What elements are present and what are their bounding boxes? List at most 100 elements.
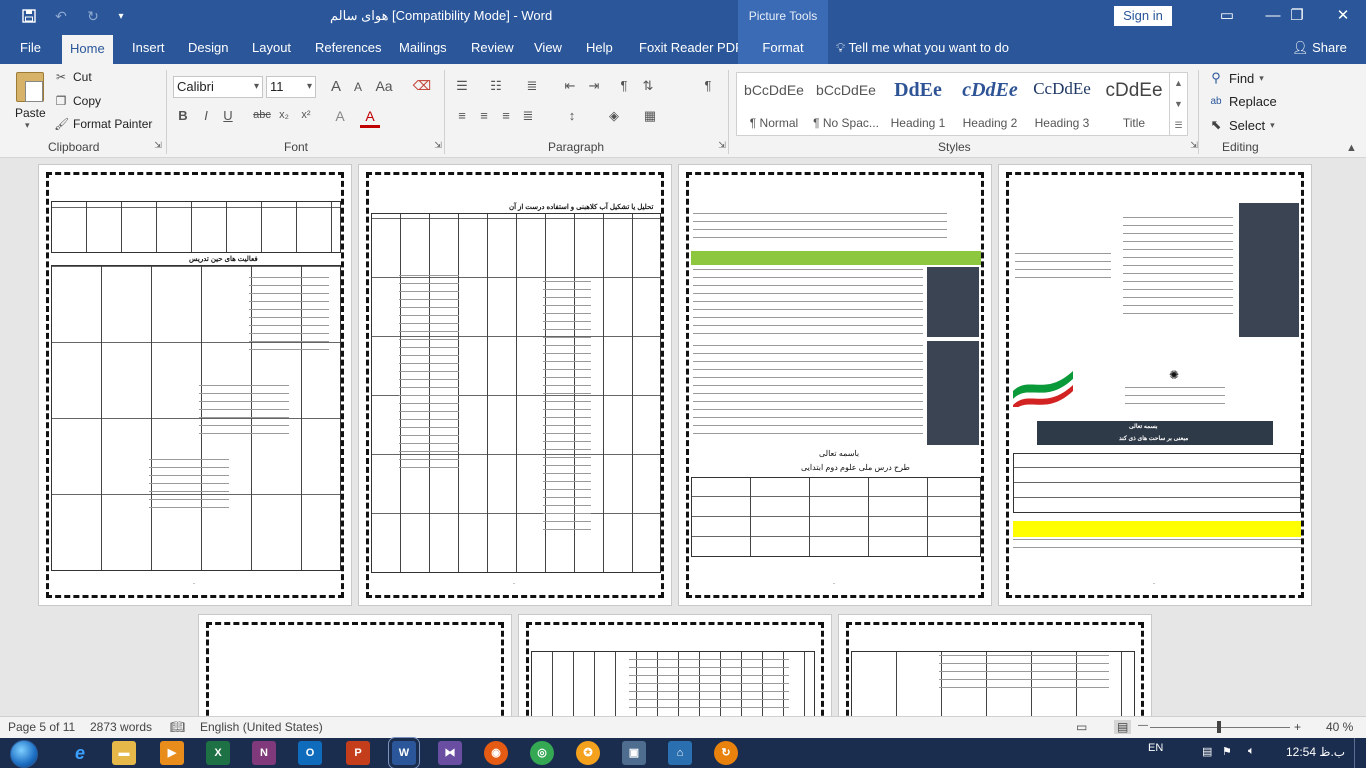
clear-formatting-icon[interactable]: ⌫ (412, 78, 432, 94)
font-size-box[interactable]: 11 ▾ (266, 76, 316, 98)
styles-scroll-down-icon[interactable]: ▼ (1169, 94, 1187, 115)
file-explorer-icon[interactable]: ▬ (112, 741, 136, 765)
select-button[interactable]: ⬉ Select ▾ (1208, 117, 1275, 133)
multilevel-list-icon[interactable]: ≣ (522, 78, 542, 94)
tab-file[interactable]: File (12, 32, 49, 64)
text-effects-button[interactable]: A (330, 108, 350, 124)
shading-icon[interactable]: ◈ (604, 108, 624, 124)
find-button[interactable]: ⚲ Find ▾ (1208, 70, 1264, 86)
zoom-slider-thumb[interactable] (1217, 721, 1221, 733)
collapse-ribbon-icon[interactable]: ▲ (1346, 142, 1357, 154)
font-name-box[interactable]: Calibri ▾ (173, 76, 263, 98)
powerpoint-icon[interactable]: P (346, 741, 370, 765)
undo-icon[interactable]: ↶ (48, 6, 74, 26)
restore-icon[interactable]: ❐ (1274, 0, 1320, 32)
paste-icon[interactable] (16, 72, 44, 102)
onenote-icon[interactable]: N (252, 741, 276, 765)
language-tray[interactable]: EN (1148, 742, 1163, 754)
tab-home[interactable]: Home (62, 35, 113, 64)
paint-icon[interactable]: ▣ (622, 741, 646, 765)
borders-icon[interactable]: ▦ (640, 108, 660, 124)
sign-in-button[interactable]: Sign in (1114, 6, 1172, 26)
zoom-out-icon[interactable]: — (1138, 720, 1148, 731)
share-button[interactable]: 👤︎ Share (1292, 40, 1347, 56)
save-icon[interactable] (16, 6, 42, 26)
teams-icon[interactable]: ⧓ (438, 741, 462, 765)
flag-tray-icon[interactable]: ⚑ (1222, 745, 1232, 758)
align-right-icon[interactable]: ≡ (496, 108, 516, 123)
tab-design[interactable]: Design (180, 32, 236, 64)
utility-icon[interactable]: ↻ (714, 741, 738, 765)
ltr-direction-icon[interactable]: ¶ (614, 78, 634, 93)
zoom-level[interactable]: 40 % (1326, 720, 1353, 734)
replace-button[interactable]: ab Replace (1208, 94, 1276, 109)
justify-icon[interactable]: ≣ (518, 108, 538, 124)
change-case-icon[interactable]: Aa (374, 78, 394, 94)
tab-foxit[interactable]: Foxit Reader PDF (631, 32, 751, 64)
align-left-icon[interactable]: ≡ (452, 108, 472, 123)
cut-button[interactable]: ✂ Cut (54, 70, 92, 84)
font-launcher-icon[interactable]: ⇲ (428, 140, 448, 151)
word-icon[interactable]: W (388, 737, 420, 768)
outlook-icon[interactable]: O (298, 741, 322, 765)
ribbon-display-icon[interactable]: ▭ (1204, 0, 1250, 32)
font-color-button[interactable]: A (360, 108, 380, 128)
document-area[interactable]: فعالیت های حین تدریس - تحلیل یا تشکیل آب… (0, 158, 1366, 716)
paste-button[interactable]: Paste (15, 106, 46, 120)
redo-icon[interactable]: ↻ (80, 6, 106, 26)
internet-explorer-icon[interactable]: e (68, 741, 92, 765)
tab-view[interactable]: View (526, 32, 570, 64)
line-spacing-icon[interactable]: ↕ (562, 108, 582, 123)
tab-format[interactable]: Format (738, 32, 828, 64)
tab-references[interactable]: References (307, 32, 389, 64)
connection-icon[interactable]: ⌂ (668, 741, 692, 765)
strikethrough-button[interactable]: abc (252, 109, 272, 121)
style-heading-3[interactable]: CcDdEe Heading 3 (1027, 73, 1097, 135)
page-thumbnail[interactable] (198, 614, 512, 716)
network-icon[interactable]: ▤ (1202, 745, 1212, 758)
grow-font-icon[interactable]: A (326, 78, 346, 95)
page-thumbnail[interactable]: فعالیت های حین تدریس - (38, 164, 352, 606)
close-icon[interactable]: ✕ (1320, 0, 1366, 32)
chrome-icon[interactable]: ◎ (530, 741, 554, 765)
customize-icon[interactable]: ▾ (108, 6, 134, 26)
excel-icon[interactable]: X (206, 741, 230, 765)
page-thumbnail[interactable] (838, 614, 1152, 716)
tab-layout[interactable]: Layout (244, 32, 299, 64)
styles-launcher-icon[interactable]: ⇲ (1184, 140, 1204, 151)
bullets-icon[interactable]: ☰ (452, 78, 472, 94)
subscript-button[interactable]: x₂ (274, 109, 294, 121)
numbering-icon[interactable]: ☷ (486, 78, 506, 94)
format-painter-button[interactable]: 🖌︎ Format Painter (54, 117, 152, 131)
language-indicator[interactable]: English (United States) (200, 720, 323, 734)
styles-more-icon[interactable]: ☰ (1169, 115, 1187, 136)
proofing-icon[interactable]: 📖︎ (170, 720, 185, 734)
sort-icon[interactable]: ⇅ (638, 78, 658, 94)
underline-button[interactable]: U (218, 108, 238, 123)
align-center-icon[interactable]: ≡ (474, 108, 494, 123)
page-thumbnail[interactable]: ✺ بسمه تعالی مبعنی بر ساحت های ذی کند - (998, 164, 1312, 606)
print-layout-icon[interactable]: ▤ (1114, 720, 1132, 734)
show-formatting-icon[interactable]: ¶ (698, 78, 718, 93)
show-desktop-button[interactable] (1354, 738, 1366, 768)
tab-review[interactable]: Review (463, 32, 522, 64)
increase-indent-icon[interactable]: ⇥ (584, 78, 604, 94)
style-heading-2[interactable]: cDdEe Heading 2 (955, 73, 1025, 135)
page-thumbnail[interactable]: تحلیل یا تشکیل آب کلاهبنی و استفاده درست… (358, 164, 672, 606)
tab-mailings[interactable]: Mailings (391, 32, 455, 64)
paste-options-icon[interactable]: ▾ (25, 120, 30, 131)
tab-help[interactable]: Help (578, 32, 621, 64)
style-normal[interactable]: bCcDdEe ¶ Normal (739, 73, 809, 135)
zoom-in-icon[interactable]: + (1294, 720, 1301, 734)
copy-button[interactable]: ❐ Copy (54, 94, 101, 108)
paragraph-launcher-icon[interactable]: ⇲ (712, 140, 732, 151)
page-count[interactable]: Page 5 of 11 (8, 720, 75, 734)
start-button[interactable] (10, 740, 38, 768)
italic-button[interactable]: I (196, 108, 216, 123)
clock[interactable]: 12:54 ب.ظ (1286, 745, 1345, 759)
decrease-indent-icon[interactable]: ⇤ (560, 78, 580, 94)
speaker-icon[interactable]: 🔈︎ (1248, 745, 1255, 758)
media-player-icon[interactable]: ▶ (160, 741, 184, 765)
shrink-font-icon[interactable]: A (348, 80, 368, 94)
tell-me-search[interactable]: 💡︎ Tell me what you want to do (836, 40, 1009, 56)
